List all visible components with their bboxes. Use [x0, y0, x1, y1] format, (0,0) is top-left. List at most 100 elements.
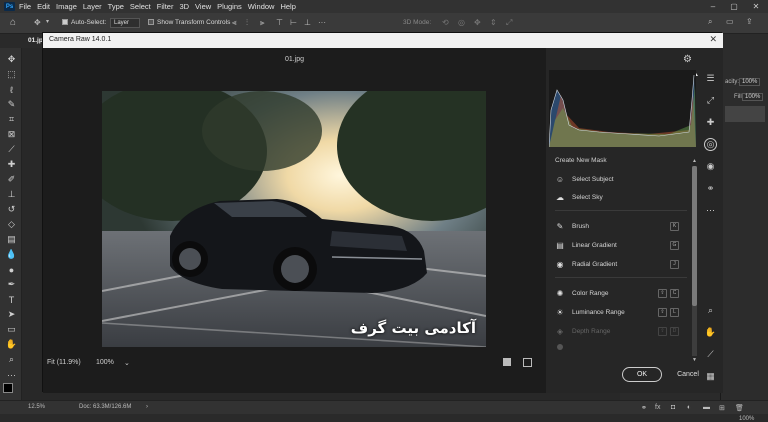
link-layers-icon[interactable]: ⚭: [641, 404, 647, 412]
zoom-fit-button[interactable]: Fit (11.9%): [47, 359, 81, 366]
healing-tool-icon[interactable]: ✚: [5, 158, 18, 171]
dodge-tool-icon[interactable]: ●: [5, 263, 18, 276]
search-icon[interactable]: ⌕: [708, 17, 712, 27]
single-view-icon[interactable]: [503, 358, 511, 366]
scrollbar-thumb[interactable]: [692, 166, 697, 306]
sampler-icon[interactable]: ⟋: [704, 348, 717, 361]
lasso-tool-icon[interactable]: ℓ: [5, 83, 18, 96]
menu-image[interactable]: Image: [56, 2, 77, 11]
align-bottom-icon[interactable]: ⊥: [304, 18, 311, 27]
home-icon[interactable]: ⌂: [10, 17, 16, 28]
menu-help[interactable]: Help: [280, 2, 295, 11]
menu-3d[interactable]: 3D: [179, 2, 189, 11]
hand-icon[interactable]: ✋: [704, 326, 717, 339]
mask-brush[interactable]: ✎ Brush K: [555, 219, 693, 233]
align-top-icon[interactable]: ⊤: [276, 18, 283, 27]
settings-gear-icon[interactable]: ⚙: [683, 54, 692, 65]
mask-radial-gradient[interactable]: ◉ Radial Gradient J: [555, 257, 693, 271]
scroll-down-icon[interactable]: ▼: [692, 357, 697, 363]
zoom-readout[interactable]: 12.5%: [28, 404, 45, 410]
menu-plugins[interactable]: Plugins: [217, 2, 242, 11]
cancel-button[interactable]: Cancel: [673, 367, 703, 382]
align-right-icon[interactable]: ⫸: [260, 18, 265, 28]
grid-icon[interactable]: ▦: [704, 370, 717, 383]
3d-scale-icon[interactable]: ⤢: [506, 18, 512, 28]
menu-window[interactable]: Window: [248, 2, 275, 11]
show-transform-checkbox[interactable]: Show Transform Controls: [148, 19, 230, 26]
move-tool-icon[interactable]: ✥: [34, 18, 41, 27]
status-arrow-icon[interactable]: ›: [146, 404, 148, 410]
mask-depth-range[interactable]: ◈ Depth Range ⇧ D: [555, 324, 693, 338]
stamp-tool-icon[interactable]: ⊥: [5, 188, 18, 201]
marquee-tool-icon[interactable]: ⬚: [5, 68, 18, 81]
menu-layer[interactable]: Layer: [83, 2, 102, 11]
delete-layer-icon[interactable]: 🗑: [735, 404, 744, 412]
crop-rotate-icon[interactable]: ⤢: [704, 94, 717, 107]
menu-type[interactable]: Type: [108, 2, 124, 11]
dialog-close-icon[interactable]: ✕: [709, 34, 717, 45]
foreground-color-swatch[interactable]: [3, 383, 13, 393]
history-brush-icon[interactable]: ↺: [5, 203, 18, 216]
path-select-icon[interactable]: ➤: [5, 308, 18, 321]
quick-select-tool-icon[interactable]: ✎: [5, 98, 18, 111]
menu-view[interactable]: View: [195, 2, 211, 11]
3d-roll-icon[interactable]: ◎: [458, 18, 465, 27]
group-icon[interactable]: ▬: [703, 404, 710, 411]
eraser-tool-icon[interactable]: ◇: [5, 218, 18, 231]
menu-filter[interactable]: Filter: [157, 2, 174, 11]
frame-tool-icon[interactable]: ⊠: [5, 128, 18, 141]
layer-row[interactable]: [725, 106, 765, 122]
brush-tool-icon[interactable]: ✐: [5, 173, 18, 186]
edit-sliders-icon[interactable]: ☰: [704, 72, 717, 85]
auto-select-dropdown[interactable]: Layer: [110, 18, 140, 28]
zoom-100-button[interactable]: 100%: [96, 359, 114, 366]
hand-tool-icon[interactable]: ✋: [5, 338, 18, 351]
3d-rotate-icon[interactable]: ⟲: [442, 18, 449, 27]
masking-icon[interactable]: ◎: [704, 138, 717, 151]
gradient-tool-icon[interactable]: ▤: [5, 233, 18, 246]
align-center-icon[interactable]: ⫶: [246, 18, 248, 28]
zoom-tool-icon[interactable]: ⌕: [5, 353, 18, 366]
presets-icon[interactable]: ⚭: [704, 182, 717, 195]
mask-select-sky[interactable]: ☁ Select Sky: [555, 190, 693, 204]
opacity-value[interactable]: 100%: [739, 78, 761, 86]
ok-button[interactable]: OK: [622, 367, 662, 382]
minimize-icon[interactable]: –: [705, 0, 721, 13]
more-tools-icon[interactable]: ⋯: [704, 204, 717, 217]
crop-tool-icon[interactable]: ⌗: [5, 113, 18, 126]
healing-icon[interactable]: ✚: [704, 116, 717, 129]
zoom-icon[interactable]: ⌕: [704, 304, 717, 317]
chevron-down-icon[interactable]: ▾: [46, 18, 49, 25]
close-icon[interactable]: ✕: [748, 0, 764, 13]
align-middle-icon[interactable]: ⊢: [290, 18, 297, 27]
share-icon[interactable]: ⇪: [746, 17, 753, 26]
blur-tool-icon[interactable]: 💧: [5, 248, 18, 261]
workspace-icon[interactable]: ▭: [726, 17, 734, 26]
mask-color-range[interactable]: ✺ Color Range ⇧ C: [555, 286, 693, 300]
shape-tool-icon[interactable]: ▭: [5, 323, 18, 336]
eyedropper-tool-icon[interactable]: ⟋: [5, 143, 18, 156]
mask-select-subject[interactable]: ☺ Select Subject: [555, 172, 693, 186]
add-mask-icon[interactable]: ◘: [671, 404, 675, 411]
menu-edit[interactable]: Edit: [37, 2, 50, 11]
layer-style-icon[interactable]: fx: [655, 404, 660, 411]
menu-file[interactable]: File: [19, 2, 31, 11]
pen-tool-icon[interactable]: ✒: [5, 278, 18, 291]
move-tool-icon[interactable]: ✥: [5, 53, 18, 66]
mask-linear-gradient[interactable]: ▤ Linear Gradient G: [555, 238, 693, 252]
more-options-icon[interactable]: ···: [318, 18, 326, 27]
3d-pan-icon[interactable]: ✥: [474, 18, 481, 27]
auto-select-checkbox[interactable]: Auto-Select:: [62, 19, 106, 26]
new-layer-icon[interactable]: ⊞: [719, 404, 725, 412]
menu-select[interactable]: Select: [130, 2, 151, 11]
align-left-icon[interactable]: ⫷: [232, 18, 237, 28]
3d-slide-icon[interactable]: ⇕: [490, 18, 497, 27]
mask-luminance-range[interactable]: ☀ Luminance Range ⇧ L: [555, 305, 693, 319]
fill-value[interactable]: 100%: [742, 93, 764, 101]
before-after-icon[interactable]: [523, 358, 532, 367]
adjustment-layer-icon[interactable]: ◐: [687, 404, 691, 411]
red-eye-icon[interactable]: ◉: [704, 160, 717, 173]
type-tool-icon[interactable]: T: [5, 293, 18, 306]
scroll-up-icon[interactable]: ▲: [692, 158, 697, 164]
more-tools-icon[interactable]: ···: [5, 368, 18, 381]
